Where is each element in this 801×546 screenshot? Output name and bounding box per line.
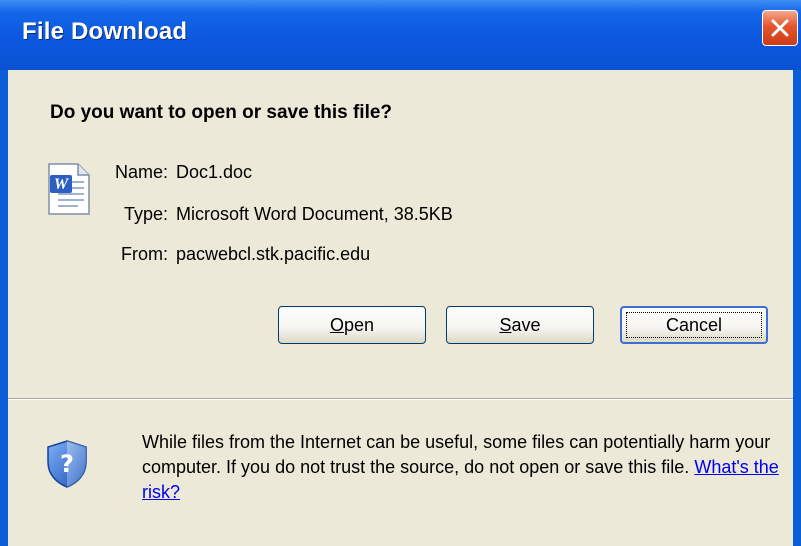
file-type-label: Type: (123, 204, 168, 224)
file-name-label: Name: (114, 162, 168, 182)
close-icon (771, 19, 789, 37)
svg-text:?: ? (60, 450, 74, 478)
security-warning-text: While files from the Internet can be use… (142, 432, 771, 477)
word-document-icon: W (48, 163, 90, 215)
focus-rectangle (626, 312, 762, 338)
open-button[interactable]: Open (278, 306, 426, 344)
dialog-body: Do you want to open or save this file? W… (8, 70, 793, 546)
separator (8, 398, 793, 400)
save-button[interactable]: Save (446, 306, 594, 344)
open-button-label: pen (343, 314, 375, 335)
shield-question-icon: ? (47, 440, 87, 488)
file-name-value: Doc1.doc (176, 162, 253, 182)
save-button-accelerator: S (499, 314, 512, 335)
svg-text:W: W (54, 176, 70, 193)
cancel-button[interactable]: Cancel (620, 306, 768, 344)
file-source-value: pacwebcl.stk.pacific.edu (176, 244, 371, 264)
file-type-value: Microsoft Word Document, 38.5KB (176, 204, 453, 224)
file-download-window: File Download Do you want to open or sav… (0, 0, 801, 546)
security-warning: While files from the Internet can be use… (142, 430, 782, 505)
open-button-accelerator: O (329, 314, 344, 335)
window-title: File Download (22, 18, 188, 45)
title-bar[interactable]: File Download (0, 0, 801, 70)
close-button[interactable] (762, 10, 798, 46)
dialog-heading: Do you want to open or save this file? (50, 102, 393, 123)
save-button-label: ave (511, 314, 541, 335)
file-source-label: From: (121, 244, 168, 264)
